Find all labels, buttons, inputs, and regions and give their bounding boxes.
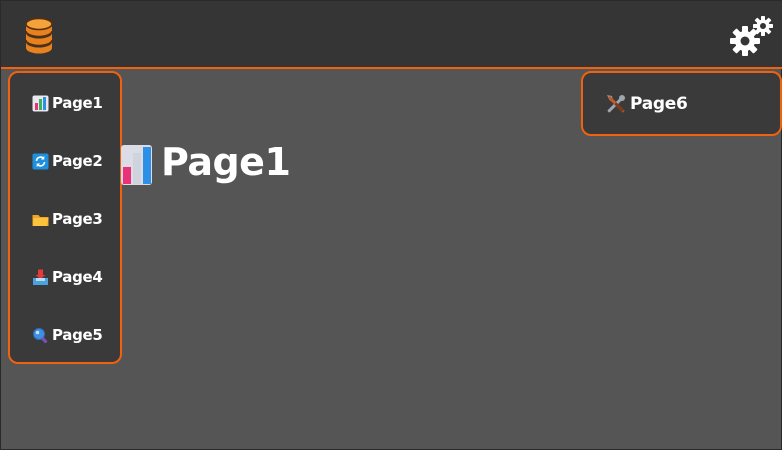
bar-chart-icon [121, 139, 153, 185]
sidebar-item-page4[interactable]: Page4 [10, 257, 120, 297]
sidebar-item-page3[interactable]: Page3 [10, 199, 120, 239]
sidebar-item-label: Page3 [52, 210, 103, 228]
page-title: Page1 [121, 137, 291, 187]
sidebar-item-page5[interactable]: Page5 [10, 315, 120, 355]
sidebar-item-page2[interactable]: Page2 [10, 141, 120, 181]
refresh-icon [32, 153, 49, 170]
sidebar-item-label: Page4 [52, 268, 103, 286]
sidebar-item-page1[interactable]: Page1 [10, 83, 120, 123]
app-window: Page1 Page2 Page3 Page4 Page5 Page1 Page… [0, 0, 782, 450]
page-title-text: Page1 [161, 140, 291, 184]
folder-icon [32, 211, 49, 228]
bar-chart-icon [32, 95, 49, 112]
top-bar [1, 1, 782, 69]
tools-icon [605, 93, 627, 115]
settings-menu: Page6 [581, 71, 782, 136]
sidebar-item-label: Page5 [52, 326, 103, 344]
sidebar-item-label: Page1 [52, 94, 103, 112]
database-icon[interactable] [23, 17, 55, 55]
sidebar-menu: Page1 Page2 Page3 Page4 Page5 [8, 71, 122, 364]
settings-item-page6[interactable]: Page6 [605, 87, 688, 121]
sidebar-item-label: Page2 [52, 152, 103, 170]
settings-item-label: Page6 [630, 94, 688, 114]
gears-icon[interactable] [729, 15, 775, 57]
inbox-tray-icon [32, 269, 49, 286]
magnifier-icon [32, 327, 49, 344]
